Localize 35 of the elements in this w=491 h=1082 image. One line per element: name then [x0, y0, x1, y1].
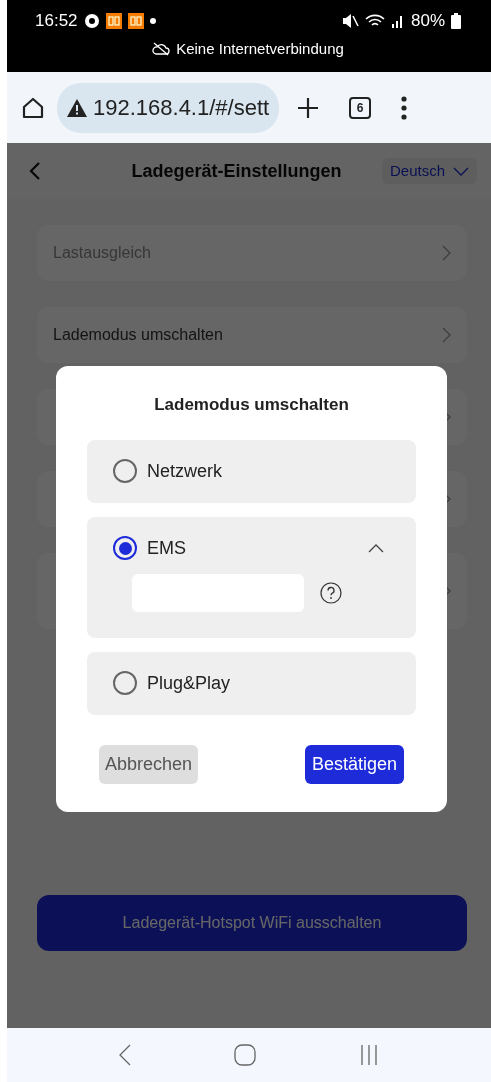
mute-icon	[340, 13, 359, 29]
help-icon[interactable]	[320, 581, 342, 604]
option-label[interactable]: EMS	[147, 534, 358, 562]
radio-button[interactable]	[113, 671, 137, 695]
address-bar[interactable]: 192.168.4.1/#/sett	[57, 82, 280, 133]
dialog-title: Lademodus umschalten	[153, 394, 350, 416]
nav-back-icon[interactable]	[118, 1044, 131, 1066]
nav-recents-icon[interactable]	[359, 1044, 380, 1066]
radio-button[interactable]	[113, 536, 137, 560]
nav-home-icon[interactable]	[234, 1044, 256, 1066]
home-icon[interactable]	[21, 95, 45, 120]
chevron-right-icon	[442, 327, 451, 343]
battery-percent: 80%	[410, 10, 445, 33]
chevron-up-icon[interactable]	[368, 543, 384, 553]
cancel-button[interactable]: Abbrechen	[99, 744, 199, 784]
cloud-off-icon	[152, 42, 171, 56]
chevron-down-icon	[453, 166, 469, 176]
app-notification-icon	[105, 13, 122, 29]
app-notification-icon	[127, 13, 144, 29]
page-title: Ladegerät-Einstellungen	[130, 159, 343, 183]
confirm-button[interactable]: Bestätigen	[304, 744, 404, 784]
dot-icon	[149, 18, 156, 24]
radio-button[interactable]	[113, 459, 137, 483]
warning-icon	[67, 98, 87, 117]
plus-icon[interactable]	[297, 96, 320, 119]
signal-icon	[390, 14, 405, 28]
battery-icon	[451, 13, 461, 29]
back-icon[interactable]	[29, 161, 41, 181]
option-label[interactable]: Plug&Play	[147, 669, 390, 697]
connection-notice: Keine Internetverbindung	[176, 38, 344, 59]
status-time: 16:52	[35, 10, 78, 33]
chevron-right-icon	[442, 245, 451, 261]
more-menu-icon[interactable]	[401, 95, 408, 120]
tab-count-button[interactable]: 6	[349, 96, 372, 119]
option-label[interactable]: Netzwerk	[147, 457, 390, 485]
